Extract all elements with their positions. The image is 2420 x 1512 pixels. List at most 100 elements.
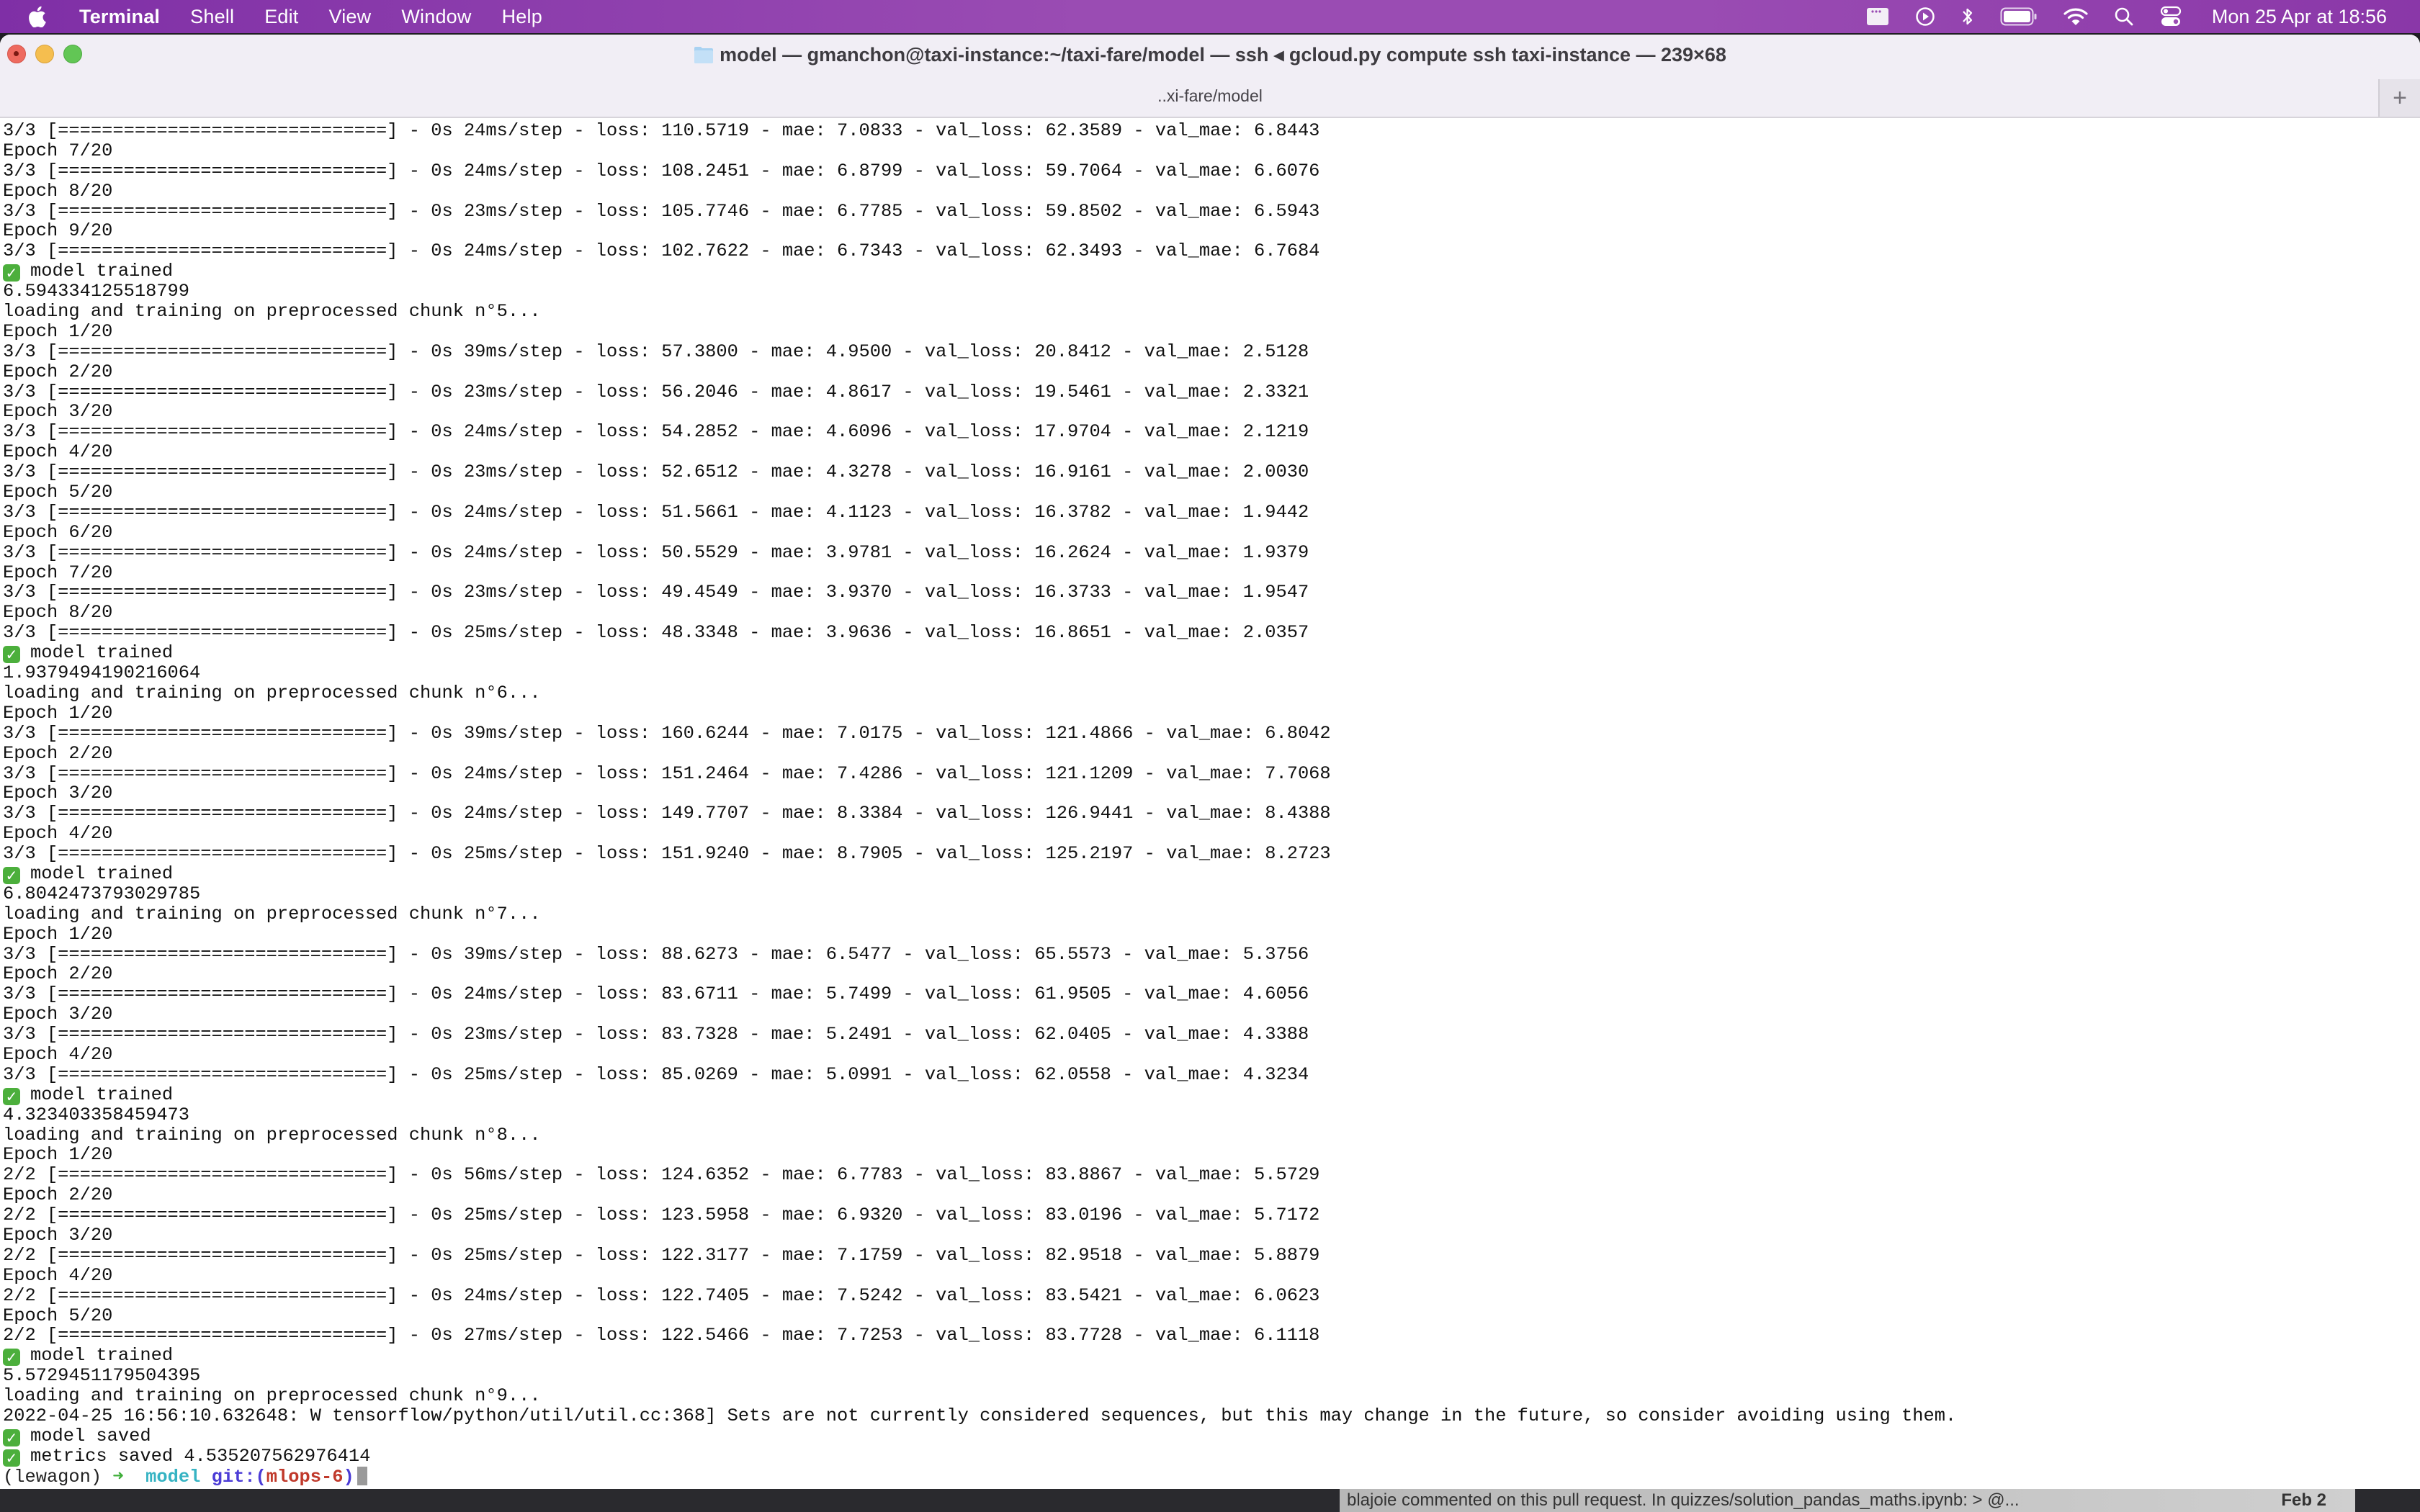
terminal-line: 3/3 [==============================] - 0… (3, 763, 2420, 784)
background-notification[interactable]: blajoie commented on this pull request. … (1340, 1489, 2355, 1512)
new-tab-button[interactable]: + (2378, 79, 2420, 117)
terminal-line: Epoch 1/20 (3, 1145, 2420, 1165)
terminal-line: 3/3 [==============================] - 0… (3, 844, 2420, 864)
terminal-line: Epoch 1/20 (3, 924, 2420, 945)
terminal-line: loading and training on preprocessed chu… (3, 683, 2420, 703)
terminal-line: Epoch 3/20 (3, 1004, 2420, 1025)
window-title: model — gmanchon@taxi-instance:~/taxi-fa… (694, 44, 1726, 66)
shell-prompt[interactable]: (lewagon) ➜ model git:(mlops-6) (3, 1466, 2420, 1488)
terminal-line-text: Epoch 2/20 (3, 963, 113, 985)
check-mark-icon: ✓ (3, 1349, 20, 1367)
prompt-env: (lewagon) (3, 1466, 102, 1488)
terminal-line-text: loading and training on preprocessed chu… (3, 301, 541, 323)
window-controls (7, 45, 82, 63)
menu-window[interactable]: Window (401, 6, 471, 28)
terminal-line: Epoch 2/20 (3, 742, 2420, 764)
terminal-line: Epoch 5/20 (3, 1305, 2420, 1326)
terminal-output[interactable]: 3/3 [==============================] - 0… (0, 118, 2420, 1505)
window-title-text: model — gmanchon@taxi-instance:~/taxi-fa… (720, 43, 1726, 66)
terminal-line-text: Epoch 7/20 (3, 562, 113, 583)
terminal-line: ✓ model trained (3, 1084, 2420, 1105)
wifi-icon[interactable] (2063, 0, 2088, 33)
terminal-line-text: 3/3 [==============================] - 0… (3, 1024, 1309, 1045)
check-mark-icon: ✓ (3, 1449, 20, 1467)
terminal-line: 3/3 [==============================] - 0… (3, 804, 2420, 824)
terminal-line-text: Epoch 5/20 (3, 1305, 113, 1326)
window-icon[interactable] (1866, 0, 1889, 33)
terminal-line-text: Epoch 4/20 (3, 1264, 113, 1286)
text-cursor (357, 1466, 367, 1485)
terminal-line: Epoch 5/20 (3, 482, 2420, 503)
terminal-line-text: Epoch 2/20 (3, 742, 113, 764)
terminal-line: Epoch 2/20 (3, 361, 2420, 382)
terminal-line-text: 3/3 [==============================] - 0… (3, 843, 1331, 865)
terminal-line-text: 3/3 [==============================] - 0… (3, 462, 1309, 483)
terminal-line-text: Epoch 5/20 (3, 482, 113, 503)
check-mark-icon: ✓ (3, 646, 20, 664)
menu-edit[interactable]: Edit (264, 6, 298, 28)
terminal-line-text: Epoch 4/20 (3, 823, 113, 845)
terminal-line: 3/3 [==============================] - 0… (3, 502, 2420, 523)
terminal-line-text: 3/3 [==============================] - 0… (3, 200, 1320, 222)
terminal-line-text: 3/3 [==============================] - 0… (3, 582, 1309, 603)
terminal-line-text: 3/3 [==============================] - 0… (3, 943, 1309, 965)
notification-text: blajoie commented on this pull request. … (1347, 1490, 2020, 1510)
menu-view[interactable]: View (329, 6, 372, 28)
window-titlebar[interactable]: model — gmanchon@taxi-instance:~/taxi-fa… (0, 35, 2420, 75)
menu-app-terminal[interactable]: Terminal (79, 6, 160, 28)
terminal-line: 3/3 [==============================] - 0… (3, 422, 2420, 442)
terminal-line: Epoch 3/20 (3, 1225, 2420, 1246)
terminal-line: 3/3 [==============================] - 0… (3, 722, 2420, 744)
terminal-line: loading and training on preprocessed chu… (3, 302, 2420, 322)
minimize-window-button[interactable] (35, 45, 54, 63)
terminal-line: 2/2 [==============================] - 0… (3, 1205, 2420, 1225)
terminal-line-text: 3/3 [==============================] - 0… (3, 722, 1331, 744)
battery-icon[interactable] (2000, 0, 2038, 33)
terminal-line-text: Epoch 4/20 (3, 441, 113, 463)
terminal-line: Epoch 3/20 (3, 402, 2420, 422)
close-window-button[interactable] (7, 45, 26, 63)
terminal-line: ✓ model trained (3, 1346, 2420, 1367)
control-center-icon[interactable] (2160, 0, 2182, 33)
prompt-git-branch: mlops-6 (266, 1466, 344, 1488)
terminal-line-text: 3/3 [==============================] - 0… (3, 622, 1309, 644)
bluetooth-icon[interactable] (1961, 0, 1974, 33)
terminal-line: Epoch 4/20 (3, 442, 2420, 462)
terminal-line-text: 6.594334125518799 (3, 281, 190, 302)
terminal-line: Epoch 4/20 (3, 1045, 2420, 1065)
zoom-window-button[interactable] (63, 45, 82, 63)
terminal-line-text: 2/2 [==============================] - 0… (3, 1325, 1320, 1346)
terminal-line-text: 3/3 [==============================] - 0… (3, 160, 1320, 181)
notification-date: Feb 2 (2281, 1490, 2326, 1510)
apple-menu-icon[interactable] (27, 6, 46, 27)
terminal-line: 2/2 [==============================] - 0… (3, 1285, 2420, 1306)
terminal-line: Epoch 4/20 (3, 824, 2420, 844)
terminal-line-text: Epoch 6/20 (3, 521, 113, 543)
terminal-line-text: loading and training on preprocessed chu… (3, 1385, 541, 1407)
terminal-line-text: Epoch 1/20 (3, 1144, 113, 1166)
terminal-line: Epoch 2/20 (3, 964, 2420, 984)
menu-help[interactable]: Help (502, 6, 542, 28)
terminal-line-text: 2/2 [==============================] - 0… (3, 1205, 1320, 1226)
terminal-line: Epoch 1/20 (3, 703, 2420, 724)
terminal-line: loading and training on preprocessed chu… (3, 904, 2420, 924)
tab-model[interactable]: ..xi-fare/model (1157, 86, 1263, 106)
terminal-line: Epoch 8/20 (3, 603, 2420, 623)
check-mark-icon: ✓ (3, 1087, 20, 1105)
play-circle-icon[interactable] (1915, 0, 1935, 33)
terminal-line-text: Epoch 4/20 (3, 1043, 113, 1065)
terminal-line: 3/3 [==============================] - 0… (3, 542, 2420, 563)
terminal-line-text: 3/3 [==============================] - 0… (3, 803, 1331, 824)
search-icon[interactable] (2114, 0, 2134, 33)
menu-shell[interactable]: Shell (190, 6, 234, 28)
terminal-line-text: Epoch 3/20 (3, 783, 113, 804)
terminal-line-text: 3/3 [==============================] - 0… (3, 381, 1309, 402)
terminal-line: Epoch 2/20 (3, 1185, 2420, 1205)
menubar-clock[interactable]: Mon 25 Apr at 18:56 (2212, 6, 2387, 28)
terminal-line: 3/3 [==============================] - 0… (3, 121, 2420, 141)
terminal-line-text: 5.5729451179504395 (3, 1365, 201, 1387)
terminal-line-text: Epoch 3/20 (3, 1224, 113, 1246)
terminal-line: 2/2 [==============================] - 0… (3, 1165, 2420, 1185)
terminal-line: 3/3 [==============================] - 0… (3, 623, 2420, 643)
terminal-line: 2/2 [==============================] - 0… (3, 1245, 2420, 1266)
